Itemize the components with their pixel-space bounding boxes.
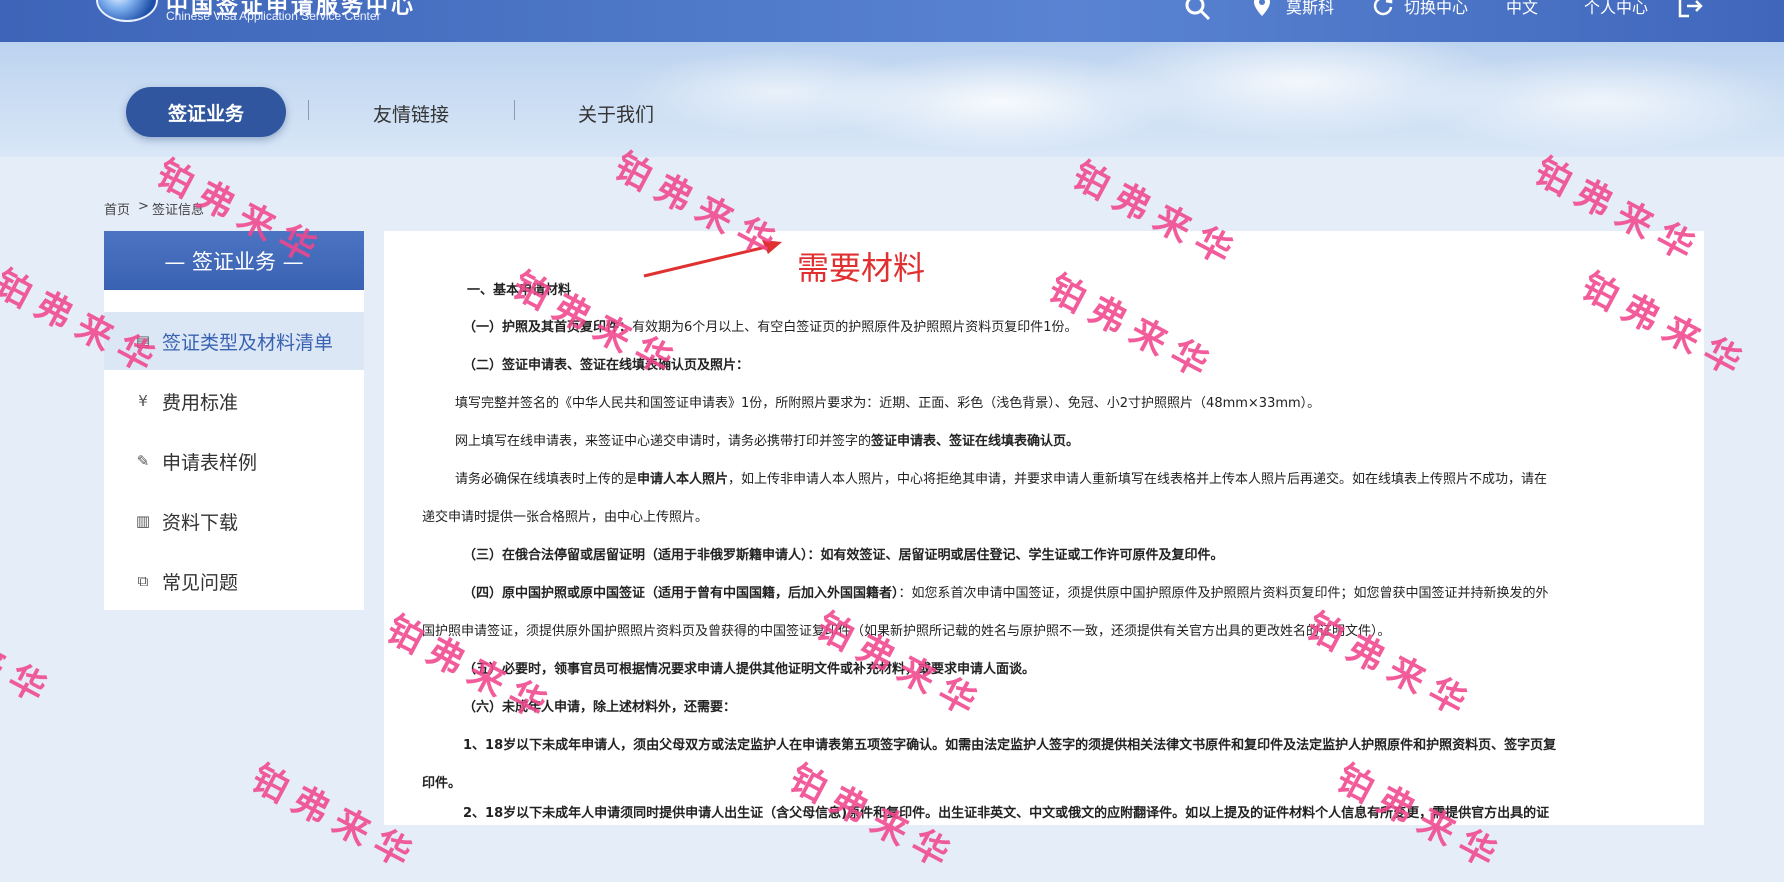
paragraph-photo-text-c: ，如上传非申请人本人照片，中心将拒绝其申请，并要求申请人重新填写在线表格并上传本… — [728, 472, 1548, 487]
nav-friendly-links[interactable]: 友情链接 — [373, 100, 449, 127]
paragraph-form-requirement: 填写完整并签名的《中华人民共和国签证申请表》1份，所附照片要求为：近期、正面、彩… — [455, 396, 1321, 411]
sidebar-item-label: 费用标准 — [162, 391, 239, 414]
user-center-link[interactable]: 个人中心 — [1584, 0, 1648, 18]
paragraph-online-form-text: 网上填写在线申请表，来签证中心递交申请时，请务必携带打印并签字的 — [455, 434, 872, 449]
paragraph-passport: （一）护照及其首页复印件：有效期为6个月以上、有空白签证页的护照原件及护照照片资… — [463, 316, 1078, 335]
paragraph-passport-title: （一）护照及其首页复印件： — [463, 320, 633, 335]
logo-title-en[interactable]: Chinese Visa Application Service Center — [166, 9, 381, 23]
sidebar-item-fees[interactable]: ¥ 费用标准 — [134, 389, 239, 414]
logout-icon[interactable] — [1677, 0, 1703, 24]
paragraph-minors-1-cont: 印件。 — [422, 776, 462, 791]
edit-icon: ✎ — [136, 452, 150, 470]
sidebar-item-label: 申请表样例 — [162, 451, 258, 474]
paragraph-photo-upload: 请务必确保在线填表时上传的是申请人本人照片，如上传非申请人本人照片，中心将拒绝其… — [455, 468, 1547, 487]
sidebar-item-downloads[interactable]: ▥ 资料下载 — [134, 509, 239, 534]
switch-center-icon[interactable] — [1372, 0, 1394, 22]
paragraph-residence-proof: （三）在俄合法停留或居留证明（适用于非俄罗斯籍申请人）：如有效签证、居留证明或居… — [463, 548, 1224, 563]
paragraph-former-chinese-passport: （四）原中国护照或原中国签证（适用于曾有中国国籍，后加入外国国籍者）：如您系首次… — [463, 582, 1549, 601]
paragraph-former-passport-title: （四）原中国护照或原中国签证（适用于曾有中国国籍，后加入外国国籍者） — [463, 586, 899, 601]
nav-divider — [514, 100, 515, 120]
section-heading: 一、基本申请材料 — [467, 283, 572, 298]
language-label[interactable]: 中文 — [1506, 0, 1538, 18]
paragraph-online-form: 网上填写在线申请表，来签证中心递交申请时，请务必携带打印并签字的签证申请表、签证… — [455, 430, 1079, 449]
sidebar-item-label: 常见问题 — [162, 571, 239, 594]
sidebar-title: — 签证业务 — — [104, 231, 364, 290]
file-icon: ▥ — [135, 512, 151, 530]
nav-divider — [308, 100, 309, 120]
paragraph-photo-upload-cont: 递交申请时提供一张合格照片，由中心上传照片。 — [422, 510, 709, 525]
breadcrumb-home[interactable]: 首页 — [104, 199, 130, 218]
paragraph-passport-text: 有效期为6个月以上、有空白签证页的护照原件及护照照片资料页复印件1份。 — [632, 320, 1078, 335]
watermark-text: 铂弗来华 — [0, 592, 62, 716]
paragraph-former-chinese-passport-cont: 国护照申请签证，须提供原外国护照照片资料页及曾获得的中国签证复印件（如果新护照所… — [422, 624, 1391, 639]
paragraph-application-form-title: （二）签证申请表、签证在线填表确认页及照片： — [463, 358, 750, 373]
sidebar-item-label: 资料下载 — [162, 511, 239, 534]
breadcrumb-separator: > — [138, 199, 149, 214]
location-label[interactable]: 莫斯科 — [1286, 0, 1334, 18]
annotation-arrow-icon — [643, 240, 782, 278]
paragraph-minors-2: 2、18岁以下未成年人申请须同时提供申请人出生证（含父母信息)原件和复印件。出生… — [463, 806, 1550, 821]
sidebar-item-visa-types[interactable]: ▤ 签证类型及材料清单 — [134, 329, 334, 354]
annotation-required-materials: 需要材料 — [797, 249, 926, 287]
paragraph-former-passport-text: ：如您系首次申请中国签证，须提供原中国护照原件及护照照片资料页复印件；如您曾获中… — [898, 586, 1549, 601]
sidebar-item-form-sample[interactable]: ✎ 申请表样例 — [134, 449, 258, 474]
paragraph-online-form-bold: 签证申请表、签证在线填表确认页。 — [871, 434, 1080, 449]
sidebar-item-faq[interactable]: ⧉ 常见问题 — [134, 569, 239, 594]
paragraph-minors-1: 1、18岁以下未成年申请人，须由父母双方或法定监护人在申请表第五项签字确认。如需… — [463, 738, 1557, 753]
question-icon: ⧉ — [137, 572, 149, 590]
nav-visa-business[interactable]: 签证业务 — [126, 87, 286, 137]
location-pin-icon[interactable] — [1253, 0, 1271, 24]
top-header-bar: 中国签证申请服务中心 Chinese Visa Application Serv… — [0, 0, 1784, 42]
logo-globe-icon[interactable] — [96, 0, 158, 22]
paragraph-photo-text-a: 请务必确保在线填表时上传的是 — [455, 472, 638, 487]
search-icon[interactable] — [1184, 0, 1212, 28]
yen-icon: ¥ — [138, 392, 148, 410]
breadcrumb-current[interactable]: 签证信息 — [152, 199, 204, 218]
nav-about-us[interactable]: 关于我们 — [578, 100, 654, 127]
switch-center-label[interactable]: 切换中心 — [1404, 0, 1468, 18]
document-icon: ▤ — [135, 332, 151, 350]
sidebar-item-label: 签证类型及材料清单 — [162, 331, 334, 354]
paragraph-photo-bold: 申请人本人照片 — [637, 472, 729, 487]
paragraph-interview: （五）必要时，领事官员可根据情况要求申请人提供其他证明文件或补充材料，或要求申请… — [463, 662, 1036, 677]
paragraph-minors-title: （六）未成年人申请，除上述材料外，还需要： — [463, 700, 737, 715]
